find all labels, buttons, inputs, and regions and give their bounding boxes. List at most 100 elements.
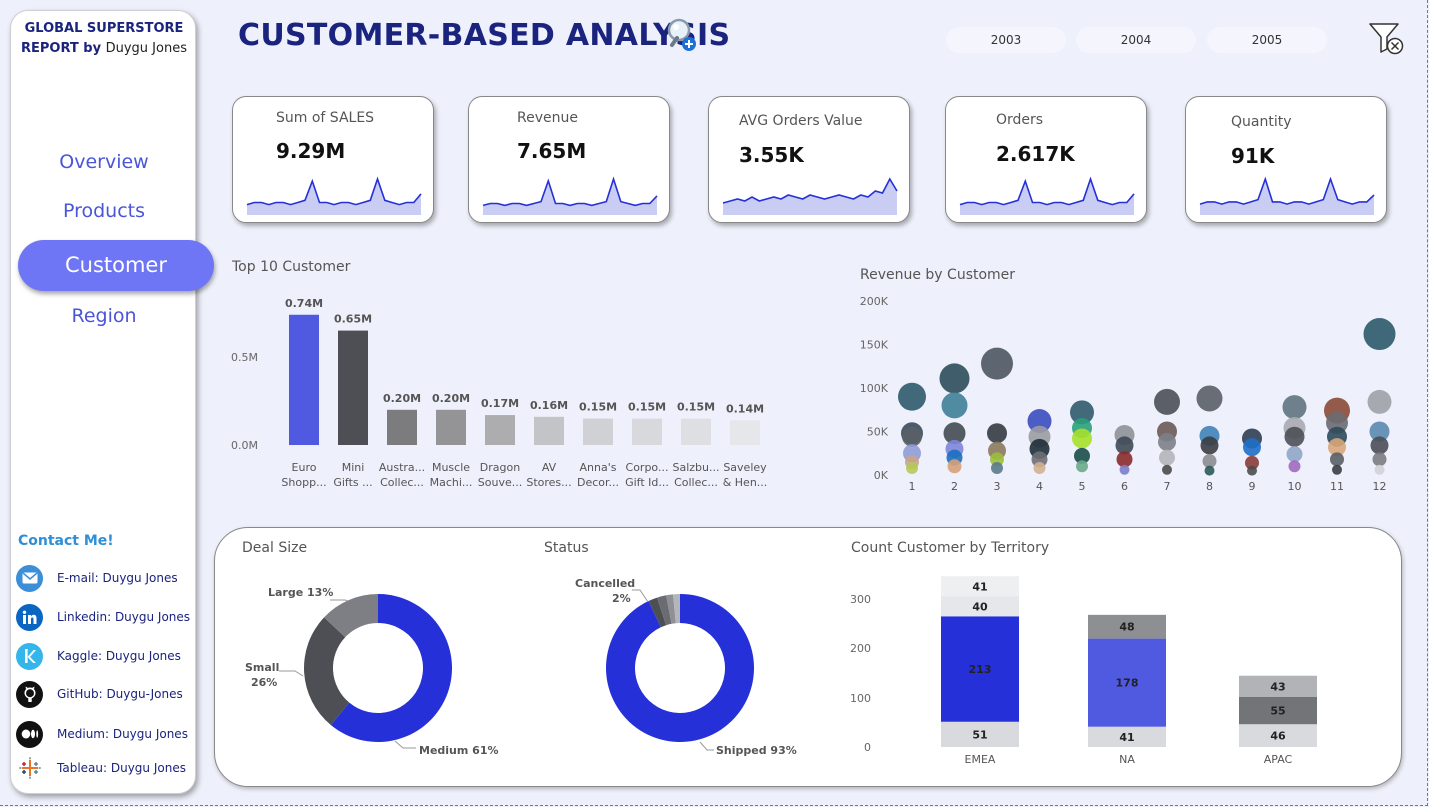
nav-region[interactable]: Region — [11, 305, 197, 327]
contact-kaggle-label: Kaggle: Duygu Jones — [57, 649, 181, 663]
data-label: 213 — [969, 663, 992, 676]
sparkline-area — [960, 179, 1134, 215]
linkedin-icon — [16, 603, 43, 631]
x-tick-label: Shopp... — [281, 476, 326, 489]
year-filter-2004[interactable]: 2004 — [1076, 27, 1196, 53]
kpi-value: 9.29M — [276, 139, 346, 163]
kpi-sparkline — [959, 176, 1135, 215]
data-label: 0.20M — [432, 392, 470, 405]
clear-filter-icon[interactable] — [1368, 21, 1406, 61]
contact-tableau-label: Tableau: Duygu Jones — [57, 761, 186, 775]
x-tick-label: 8 — [1206, 480, 1213, 493]
scatter-point — [1370, 436, 1389, 455]
scatter-point — [981, 347, 1013, 380]
status-donut: Cancelled 2% Shipped 93% — [575, 577, 797, 757]
report-title-line2: REPORT by Duygu Jones — [21, 41, 187, 56]
kpi-value: 91K — [1231, 144, 1275, 168]
nav-customer[interactable]: Customer — [18, 240, 214, 291]
bar — [534, 416, 564, 445]
kpi-label: Revenue — [517, 110, 578, 126]
y-tick-label: 0.5M — [231, 351, 258, 364]
bar — [436, 409, 466, 445]
contact-medium[interactable]: Medium: Duygu Jones — [16, 720, 194, 748]
kpi-value: 2.617K — [996, 142, 1075, 166]
x-tick-label: Collec... — [674, 476, 718, 489]
scatter-point — [947, 459, 962, 474]
x-tick-label: 10 — [1288, 480, 1302, 493]
nav-overview[interactable]: Overview — [11, 151, 197, 173]
bar — [338, 330, 368, 445]
data-label: 0.74M — [285, 297, 323, 310]
contact-title: Contact Me! — [18, 533, 114, 549]
kpi-card-orders: Orders 2.617K — [945, 96, 1147, 223]
data-label: 0.65M — [334, 313, 372, 326]
x-tick-label: Collec... — [380, 476, 424, 489]
tableau-icon — [16, 755, 43, 782]
data-label: 41 — [1119, 731, 1134, 744]
bar — [387, 409, 417, 445]
sparkline-line — [1199, 176, 1375, 205]
top10-title: Top 10 Customer — [232, 259, 351, 275]
data-label: 0.15M — [579, 401, 617, 414]
data-label: 40 — [972, 600, 988, 613]
kpi-card-avg-orders-value: AVG Orders Value 3.55K — [708, 96, 910, 223]
contact-linkedin[interactable]: Linkedin: Duygu Jones — [16, 603, 194, 631]
status-cancelled-label: Cancelled — [575, 577, 635, 590]
x-tick-label: 11 — [1330, 480, 1344, 493]
status-cancelled-pct: 2% — [612, 592, 631, 605]
data-label: 0.16M — [530, 399, 568, 412]
x-tick-label: Stores... — [526, 476, 571, 489]
territory-title: Count Customer by Territory — [851, 540, 1050, 556]
data-label: 43 — [1270, 680, 1285, 693]
contact-tableau[interactable]: Tableau: Duygu Jones — [16, 754, 194, 782]
x-tick-label: Dragon — [480, 461, 520, 474]
data-label: 0.17M — [481, 397, 519, 410]
revenue-by-customer-title: Revenue by Customer — [860, 267, 1016, 283]
year-filter-2005[interactable]: 2005 — [1207, 27, 1327, 53]
report-title: GLOBAL SUPERSTORE REPORT by Duygu Jones — [11, 19, 197, 59]
x-tick-label: Salzbu... — [673, 461, 720, 474]
kpi-value: 7.65M — [517, 139, 587, 163]
x-tick-label: Machi... — [430, 476, 473, 489]
sparkline-area — [723, 179, 897, 215]
sparkline-area — [483, 179, 657, 215]
y-tick-label: 200K — [860, 295, 889, 308]
y-tick-label: 150K — [860, 339, 889, 352]
data-label: 178 — [1116, 677, 1139, 690]
x-tick-label: 6 — [1121, 480, 1128, 493]
x-tick-label: Gifts ... — [333, 476, 372, 489]
scatter-point — [1159, 449, 1175, 466]
contact-github[interactable]: GitHub: Duygu-Jones — [16, 680, 194, 708]
deal-size-title: Deal Size — [242, 540, 308, 556]
year-filter-2003[interactable]: 2003 — [946, 27, 1066, 53]
contact-kaggle[interactable]: Kaggle: Duygu Jones — [16, 642, 194, 670]
x-tick-label: Gift Id... — [625, 476, 669, 489]
scatter-point — [902, 426, 922, 447]
x-tick-label: 7 — [1164, 480, 1171, 493]
territory-stacked-chart: 300 200 100 0 51 213 40 41 EMEA 41 178 48 NA 46 55… — [850, 576, 1317, 766]
y-tick-label: 200 — [850, 642, 871, 655]
scatter-point — [939, 363, 970, 394]
x-tick-label: AV — [542, 461, 557, 474]
scatter-point — [1247, 465, 1257, 476]
x-tick-label: Muscle — [432, 461, 470, 474]
data-label: 48 — [1119, 621, 1134, 634]
nav-products[interactable]: Products — [11, 200, 197, 222]
kpi-sparkline — [246, 176, 422, 215]
status-shipped-label: Shipped 93% — [716, 744, 797, 757]
scatter-point — [1332, 464, 1342, 475]
contact-email[interactable]: E-mail: Duygu Jones — [16, 564, 194, 592]
sparkline-line — [246, 176, 422, 206]
scatter-point — [1367, 389, 1392, 414]
x-tick-label: Anna's — [580, 461, 617, 474]
y-tick-label: 50K — [867, 426, 889, 439]
bar — [289, 314, 319, 445]
scatter-point — [1372, 452, 1387, 467]
x-tick-label: 9 — [1249, 480, 1256, 493]
x-tick-label: Saveley — [723, 461, 767, 474]
bar — [681, 418, 711, 445]
contact-medium-label: Medium: Duygu Jones — [57, 727, 188, 741]
data-label: 0.15M — [677, 401, 715, 414]
scatter-point — [1158, 432, 1176, 451]
x-tick-label: 5 — [1079, 480, 1086, 493]
